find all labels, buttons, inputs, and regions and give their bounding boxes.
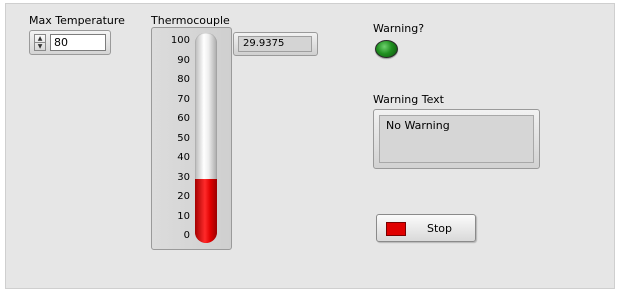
scale-tick-label: 10 [177, 211, 190, 222]
warning-label: Warning? [373, 22, 425, 35]
thermometer-tube [195, 33, 217, 243]
scale-tick-label: 40 [177, 152, 190, 163]
warning-text-value: No Warning [379, 115, 534, 163]
scale-tick-label: 70 [177, 94, 190, 105]
scale-tick-label: 80 [177, 74, 190, 85]
scale-tick-label: 100 [170, 35, 190, 46]
thermometer-mercury [195, 179, 217, 243]
max-temperature-input[interactable]: 80 [50, 34, 106, 51]
increment-arrow-icon[interactable]: ▲ [35, 35, 45, 42]
stop-button[interactable]: Stop [376, 214, 476, 242]
scale-tick-label: 50 [177, 133, 190, 144]
scale-tick-label: 60 [177, 113, 190, 124]
stop-indicator-icon [386, 222, 406, 236]
max-temperature-control: ▲ ▼ 80 [29, 30, 111, 55]
thermocouple-reading: 29.9375 [238, 36, 312, 52]
scale-tick-label: 90 [177, 55, 190, 66]
warning-led [375, 40, 398, 58]
max-temperature-stepper[interactable]: ▲ ▼ [34, 34, 46, 51]
scale-tick-label: 30 [177, 172, 190, 183]
warning-text-indicator: No Warning [373, 109, 540, 169]
thermometer-indicator: 100 90 80 70 60 50 40 30 20 10 0 [151, 27, 232, 250]
warning-text-label: Warning Text [373, 93, 444, 106]
decrement-arrow-icon[interactable]: ▼ [35, 42, 45, 50]
thermocouple-indicator: 29.9375 [233, 32, 318, 56]
scale-tick-label: 20 [177, 191, 190, 202]
thermocouple-label: Thermocouple [151, 14, 230, 27]
max-temperature-label: Max Temperature [29, 14, 125, 27]
scale-tick-label: 0 [183, 230, 190, 241]
stop-button-label: Stop [427, 222, 453, 235]
